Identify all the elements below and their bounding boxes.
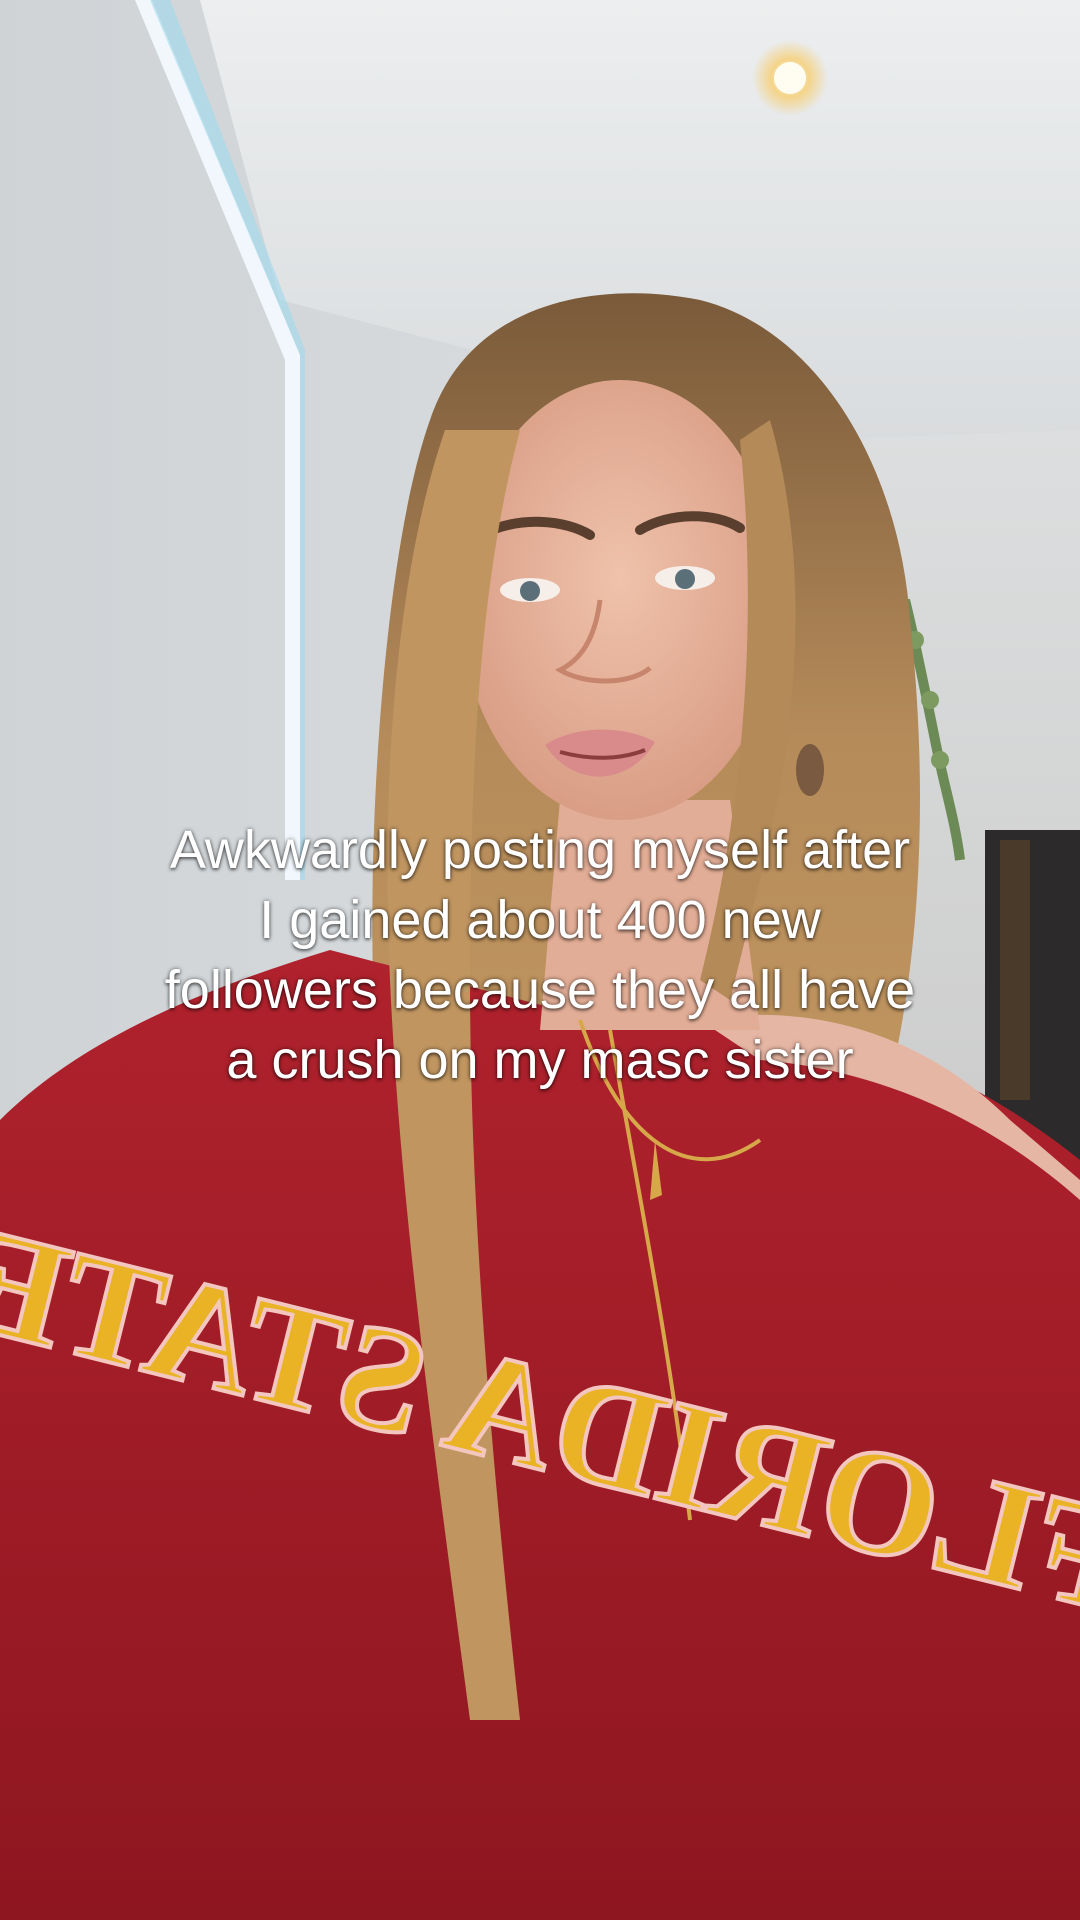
sweatshirt-lettering: FLORIDA STATE <box>0 1195 1080 1644</box>
caption-overlay: Awkwardly posting myself after I gained … <box>60 815 1020 1095</box>
caption-line: Awkwardly posting myself after <box>169 820 911 880</box>
caption-line: I gained about 400 new <box>259 890 821 950</box>
caption-line: followers because they all have <box>164 960 916 1020</box>
video-frame: FLORIDA STATE Awkwardly posting myself a… <box>0 0 1080 1920</box>
caption-line: a crush on my masc sister <box>226 1030 854 1090</box>
